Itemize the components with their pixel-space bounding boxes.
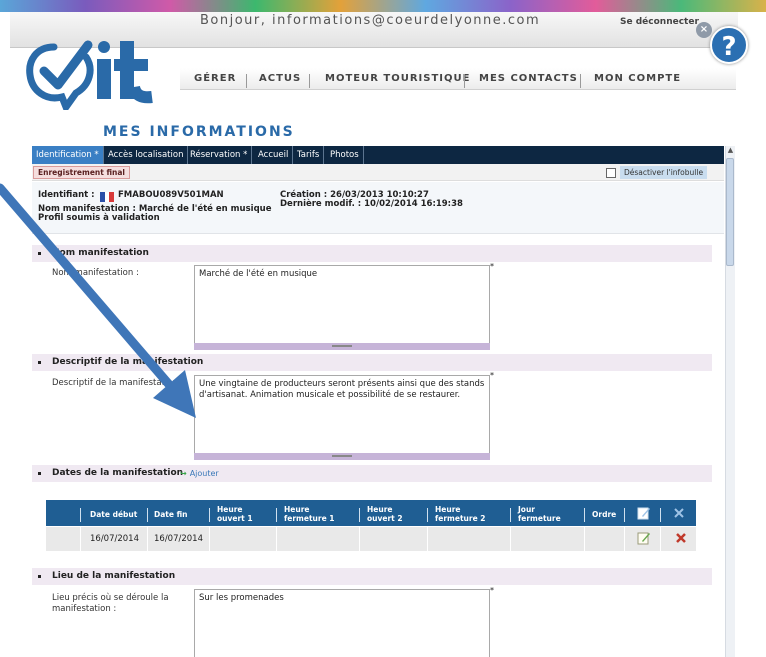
logout-link[interactable]: Se déconnecter <box>620 17 699 27</box>
bullet <box>38 575 41 578</box>
infobulle-checkbox[interactable] <box>606 168 616 178</box>
section-title: Descriptif de la manifestation <box>52 357 204 367</box>
nav-mes-contacts[interactable]: MES CONTACTS <box>479 73 578 84</box>
nav-mon-compte[interactable]: MON COMPTE <box>594 73 681 84</box>
nav-divider <box>464 74 465 88</box>
cell-divider <box>510 527 511 551</box>
cell-divider <box>660 527 661 551</box>
col-date-fin: Date fin <box>154 510 188 519</box>
edit-column-icon <box>637 507 650 520</box>
nom-textarea[interactable]: Marché de l'été en musique <box>194 265 490 350</box>
french-flag-icon <box>100 192 114 202</box>
tab-acces-localisation[interactable]: Accès localisation <box>104 146 189 164</box>
delete-column-icon <box>674 508 684 518</box>
cell-divider <box>359 527 360 551</box>
column-divider <box>359 508 360 522</box>
tab-photos[interactable]: Photos <box>326 146 364 164</box>
add-date-button[interactable]: ↪ Ajouter <box>180 468 219 480</box>
nav-actus[interactable]: ACTUS <box>259 73 301 84</box>
section-title: Lieu de la manifestation <box>52 571 176 581</box>
resize-grip-icon <box>332 455 352 457</box>
identifiant-label: Identifiant : <box>38 190 95 200</box>
section-title: Dates de la manifestation <box>52 468 184 478</box>
column-divider <box>147 508 148 522</box>
cell-divider <box>209 527 210 551</box>
nav-divider <box>246 74 247 88</box>
logout-close-icon[interactable]: × <box>696 22 712 38</box>
col-heure-fermeture-2: Heure fermeture 2 <box>435 505 486 523</box>
nav-divider <box>309 74 310 88</box>
col-heure-ouvert-2: Heure ouvert 2 <box>367 505 403 523</box>
greeting-text: Bonjour, informations@coeurdelyonne.com <box>200 13 541 28</box>
save-final-button[interactable]: Enregistrement final <box>33 166 130 179</box>
descriptif-textarea[interactable]: Une vingtaine de producteurs seront prés… <box>194 375 490 460</box>
cell-divider <box>80 527 81 551</box>
column-divider <box>209 508 210 522</box>
cell-divider <box>427 527 428 551</box>
tab-identification[interactable]: Identification * <box>32 146 104 164</box>
section-descriptif-header: Descriptif de la manifestation <box>32 354 712 371</box>
col-jour-fermeture: Jour fermeture <box>518 505 561 523</box>
bullet <box>38 472 41 475</box>
column-divider <box>660 508 661 522</box>
required-mark: * <box>490 586 494 595</box>
cell-date-fin: 16/07/2014 <box>154 534 203 544</box>
page-title: MES INFORMATIONS <box>103 124 295 140</box>
resize-grip-icon <box>332 345 352 347</box>
descriptif-field-label: Descriptif de la manifestation <box>52 378 178 388</box>
required-mark: * <box>490 371 494 380</box>
section-lieu-header: Lieu de la manifestation <box>32 568 712 585</box>
nom-field-label: Nom manifestation : <box>52 268 139 278</box>
cell-divider <box>624 527 625 551</box>
cell-date-debut: 16/07/2014 <box>90 534 139 544</box>
cell-divider <box>147 527 148 551</box>
lieu-field-label: Lieu précis où se déroule la manifestati… <box>52 593 169 614</box>
add-arrow-icon: ↪ <box>180 469 187 478</box>
cell-divider <box>276 527 277 551</box>
delete-row-icon[interactable] <box>674 531 688 545</box>
required-mark: * <box>490 262 494 271</box>
column-divider <box>584 508 585 522</box>
profil-status: Profil soumis à validation <box>38 213 160 223</box>
nav-divider <box>580 74 581 88</box>
infobulle-label[interactable]: Désactiver l'infobulle <box>620 166 708 179</box>
table-row[interactable] <box>46 527 696 551</box>
section-nom-header: Nom manifestation <box>32 245 712 262</box>
tab-tarifs[interactable]: Tarifs <box>293 146 325 164</box>
section-title: Nom manifestation <box>52 248 149 258</box>
column-divider <box>510 508 511 522</box>
modification-date: Dernière modif. : 10/02/2014 16:19:38 <box>280 199 463 209</box>
add-date-label: Ajouter <box>189 469 219 478</box>
nav-gerer[interactable]: GÉRER <box>194 73 236 84</box>
top-color-stripe <box>0 0 766 12</box>
bullet <box>38 252 41 255</box>
column-divider <box>427 508 428 522</box>
cell-divider <box>584 527 585 551</box>
bullet <box>38 361 41 364</box>
identifiant-value: FMABOU089V501MAN <box>118 190 224 200</box>
tab-accueil[interactable]: Accueil <box>254 146 294 164</box>
scrollbar-thumb[interactable] <box>726 158 734 266</box>
edit-row-icon[interactable] <box>637 531 651 545</box>
column-divider <box>80 508 81 522</box>
col-heure-fermeture-1: Heure fermeture 1 <box>284 505 335 523</box>
tab-reservation[interactable]: Réservation * <box>186 146 253 164</box>
nav-moteur-touristique[interactable]: MOTEUR TOURISTIQUE <box>325 73 470 84</box>
vit-logo <box>26 40 153 110</box>
col-ordre: Ordre <box>592 510 617 519</box>
col-heure-ouvert-1: Heure ouvert 1 <box>217 505 253 523</box>
help-icon[interactable]: ? <box>710 26 748 64</box>
col-date-debut: Date début <box>90 510 138 519</box>
column-divider <box>624 508 625 522</box>
column-divider <box>276 508 277 522</box>
lieu-textarea[interactable]: Sur les promenades <box>194 589 490 657</box>
section-dates-header: Dates de la manifestation <box>32 465 712 482</box>
scroll-up-arrow-icon[interactable]: ▲ <box>726 146 735 155</box>
